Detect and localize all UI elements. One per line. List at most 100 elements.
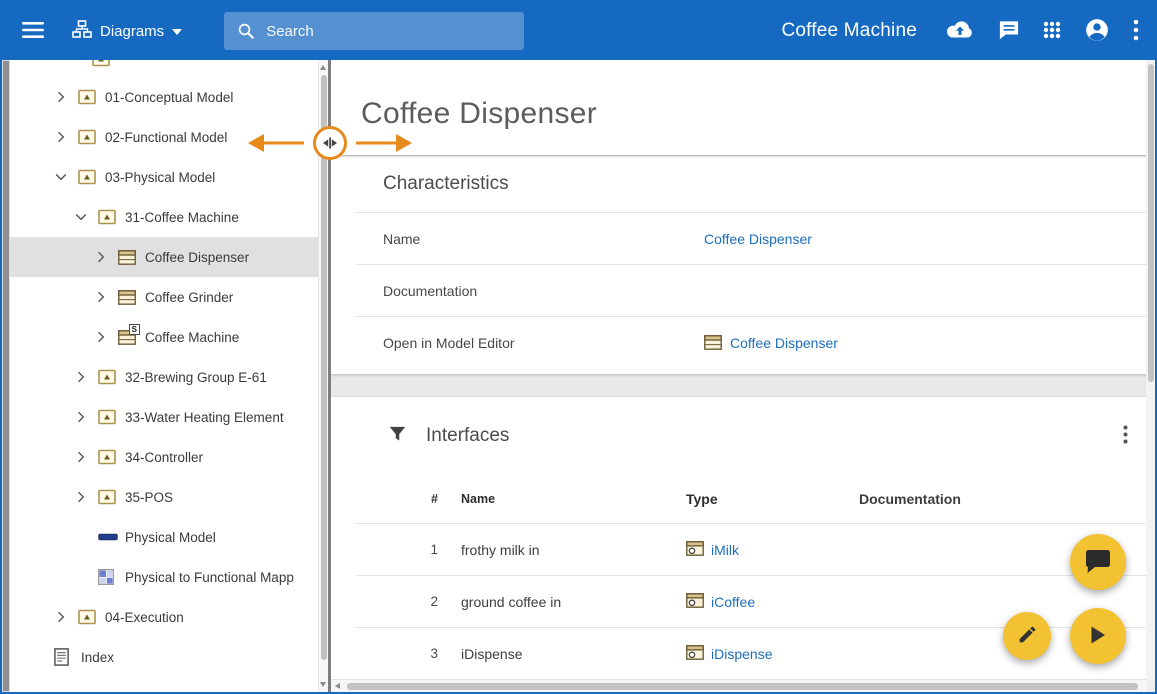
tree-item-31-coffee-machine[interactable]: 31-Coffee Machine	[10, 197, 328, 237]
comments-button[interactable]	[998, 20, 1020, 43]
hamburger-menu-button[interactable]	[22, 21, 44, 42]
splitter-handle[interactable]	[240, 123, 420, 168]
tree-item-physical-to-functional-mapping[interactable]: Physical to Functional Mapp	[10, 557, 328, 597]
chevron-right-icon[interactable]	[54, 90, 78, 104]
project-title: Coffee Machine	[781, 20, 917, 42]
row-number: 1	[356, 542, 438, 557]
interfaces-title: Interfaces	[426, 425, 509, 447]
table-row: 1 frothy milk in iMilk	[356, 524, 1147, 576]
tree-item-label: 35-POS	[125, 490, 173, 505]
diagram-tree-icon	[72, 20, 92, 43]
package-icon	[78, 89, 105, 105]
field-row-name: Name Coffee Dispenser	[356, 212, 1147, 264]
comments-icon	[998, 20, 1020, 43]
tree-item-01-conceptual-model[interactable]: 01-Conceptual Model	[10, 77, 328, 117]
row-number: 3	[356, 646, 438, 661]
cloud-button[interactable]	[945, 19, 975, 44]
tree-item-coffee-dispenser[interactable]: Coffee Dispenser	[10, 237, 328, 277]
scrollbar-thumb[interactable]	[1148, 64, 1154, 382]
stereotype-badge: S	[129, 324, 140, 335]
tree-item-label: 33-Water Heating Element	[125, 410, 284, 425]
chevron-right-icon[interactable]	[74, 450, 98, 464]
col-documentation: Documentation	[859, 491, 1147, 507]
chevron-right-icon[interactable]	[74, 410, 98, 424]
block-icon	[118, 290, 145, 305]
interface-name: frothy milk in	[438, 542, 686, 558]
more-vertical-icon	[1133, 19, 1139, 44]
chevron-right-icon[interactable]	[54, 130, 78, 144]
interface-name: ground coffee in	[438, 594, 686, 610]
comment-icon	[1085, 549, 1111, 576]
package-icon	[78, 129, 105, 145]
tree-item-label: Coffee Machine	[145, 330, 239, 345]
page-header: Coffee Dispenser	[331, 60, 1155, 155]
tree-item-coffee-machine[interactable]: S Coffee Machine	[10, 317, 328, 357]
type-link[interactable]: iDispense	[711, 646, 772, 662]
chevron-down-icon[interactable]	[54, 170, 78, 184]
package-icon	[98, 489, 125, 505]
tree-item-04-execution[interactable]: 04-Execution	[10, 597, 328, 637]
type-link[interactable]: iCoffee	[711, 594, 755, 610]
index-icon	[54, 648, 81, 666]
edit-icon	[1017, 624, 1038, 648]
search-input[interactable]	[224, 12, 524, 50]
chevron-right-icon[interactable]	[74, 370, 98, 384]
filter-icon[interactable]	[389, 426, 406, 447]
play-fab[interactable]	[1070, 608, 1126, 664]
tree-item-label: 02-Functional Model	[105, 130, 227, 145]
chevron-right-icon[interactable]	[74, 490, 98, 504]
tree-item-label: 01-Conceptual Model	[105, 90, 233, 105]
tree-item-34-controller[interactable]: 34-Controller	[10, 437, 328, 477]
interfaces-header: Interfaces	[331, 397, 1155, 475]
app-grid-button[interactable]	[1043, 21, 1061, 42]
model-editor-link[interactable]: Coffee Dispenser	[730, 335, 838, 351]
account-button[interactable]	[1084, 17, 1110, 46]
main-vertical-scrollbar	[1146, 60, 1155, 692]
cloud-icon	[945, 19, 975, 44]
tree-item-35-pos[interactable]: 35-POS	[10, 477, 328, 517]
scroll-down-arrow[interactable]	[320, 682, 326, 687]
tree-item-label: 31-Coffee Machine	[125, 210, 239, 225]
hamburger-menu-icon	[22, 21, 44, 42]
package-icon	[98, 409, 125, 425]
diagrams-dropdown[interactable]: Diagrams	[72, 20, 182, 43]
tree-item-label: 32-Brewing Group E-61	[125, 370, 267, 385]
tree-item-33-water-heating-element[interactable]: 33-Water Heating Element	[10, 397, 328, 437]
tree-item-label: Coffee Dispenser	[145, 250, 249, 265]
chevron-right-icon[interactable]	[94, 250, 118, 264]
type-link[interactable]: iMilk	[711, 542, 739, 558]
appbar-right-cluster: Coffee Machine	[781, 17, 1139, 46]
field-label: Documentation	[356, 283, 704, 299]
scrollbar-thumb[interactable]	[347, 683, 1138, 690]
tree-item-32-brewing-group[interactable]: 32-Brewing Group E-61	[10, 357, 328, 397]
chevron-right-icon[interactable]	[94, 290, 118, 304]
package-icon	[98, 369, 125, 385]
section-menu-button[interactable]	[1123, 425, 1128, 449]
comment-fab[interactable]	[1070, 534, 1126, 590]
chevron-right-icon[interactable]	[94, 330, 118, 344]
tree-item-physical-model-diagram[interactable]: Physical Model	[10, 517, 328, 557]
matrix-icon	[98, 569, 125, 585]
field-row-open-in-model-editor: Open in Model Editor Coffee Dispenser	[356, 316, 1147, 368]
scrollbar-thumb[interactable]	[3, 61, 9, 691]
caret-down-icon	[172, 22, 182, 40]
account-icon	[1084, 17, 1110, 46]
chevron-down-icon[interactable]	[74, 210, 98, 224]
package-icon	[78, 609, 105, 625]
scrollbar-corner	[1146, 680, 1155, 692]
edit-fab[interactable]	[1003, 612, 1051, 660]
tree-item-coffee-grinder[interactable]: Coffee Grinder	[10, 277, 328, 317]
scroll-up-arrow[interactable]	[320, 65, 326, 70]
content-area: Coffee Dispenser Characteristics Name Co…	[331, 60, 1155, 692]
block-icon	[118, 250, 145, 265]
tree-item-partial package-icon	[92, 60, 110, 72]
col-num: #	[356, 492, 438, 506]
scroll-left-arrow[interactable]	[335, 683, 340, 689]
package-icon	[98, 449, 125, 465]
chevron-right-icon[interactable]	[54, 610, 78, 624]
more-menu-button[interactable]	[1133, 19, 1139, 44]
card-gap	[331, 374, 1155, 397]
tree-item-index[interactable]: Index	[10, 637, 328, 677]
interface-name: iDispense	[438, 646, 686, 662]
name-value-link[interactable]: Coffee Dispenser	[704, 231, 812, 247]
